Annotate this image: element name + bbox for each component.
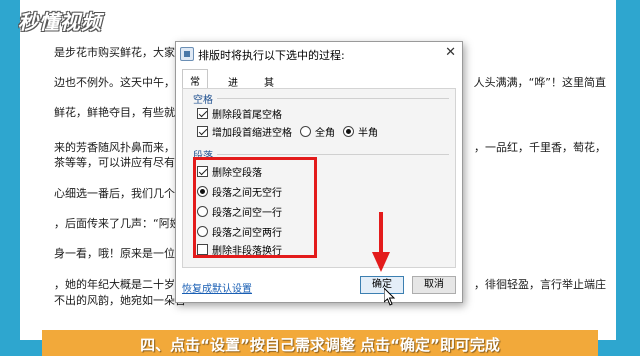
option-label: 删除段首尾空格 bbox=[212, 109, 282, 121]
document-line: 不出的风韵，她宛如一朵含 bbox=[54, 294, 186, 307]
ok-button[interactable]: 确定 bbox=[360, 276, 404, 294]
mouse-cursor-icon bbox=[384, 288, 396, 306]
document-line: 人头满满，“哗”！这里简直 bbox=[473, 76, 606, 89]
option-indent-spaces[interactable]: 增加段首缩进空格 全角 半角 bbox=[197, 123, 378, 139]
subtitle-bar: 四、点击“设置”按自己需求调整 点击“确定”即可完成 bbox=[42, 330, 598, 356]
tab-general[interactable]: 常规 bbox=[182, 69, 208, 103]
option-halfwidth[interactable]: 半角 bbox=[343, 124, 378, 139]
cancel-button[interactable]: 取消 bbox=[412, 276, 456, 294]
watermark-logo: 秒懂视频 bbox=[18, 10, 102, 34]
checkbox[interactable] bbox=[197, 107, 208, 119]
highlight-box bbox=[193, 157, 317, 258]
document-line: ，徘徊轻盈，言行举止端庄 bbox=[474, 278, 606, 291]
radio-button[interactable] bbox=[300, 125, 311, 137]
app-icon bbox=[180, 47, 194, 61]
tab-other[interactable]: 其它 bbox=[256, 70, 282, 104]
restore-defaults-link[interactable]: 恢复成默认设置 bbox=[182, 280, 252, 295]
group-label-space: 空格 bbox=[193, 95, 213, 106]
document-line: 来的芳香随风扑鼻而来， bbox=[54, 141, 175, 154]
down-arrow-icon bbox=[372, 212, 390, 272]
document-line: ，一品红，千里香，萄花， bbox=[474, 141, 606, 154]
option-label: 全角 bbox=[315, 127, 335, 139]
dialog-title: 排版时将执行以下选中的过程: bbox=[198, 49, 345, 62]
document-line: 心细选一番后，我们几个都 bbox=[54, 187, 186, 200]
document-line: 身一看，哦！原来是一位 bbox=[54, 247, 175, 260]
document-line: ，她的年纪大概是二十岁多 bbox=[54, 278, 186, 291]
group-divider bbox=[217, 154, 449, 155]
tab-advanced[interactable]: 进阶 bbox=[220, 70, 246, 104]
option-trim-spaces[interactable]: 删除段首尾空格 bbox=[197, 105, 282, 121]
document-line: ，后面传来了几声：“阿姨 bbox=[54, 217, 181, 230]
subtitle-text: 四、点击“设置”按自己需求调整 点击“确定”即可完成 bbox=[140, 336, 500, 354]
option-label: 增加段首缩进空格 bbox=[212, 127, 292, 139]
close-icon[interactable]: ✕ bbox=[445, 45, 456, 60]
option-label: 半角 bbox=[358, 127, 378, 139]
dialog-titlebar: 排版时将执行以下选中的过程: ✕ bbox=[176, 42, 462, 66]
group-divider bbox=[217, 98, 449, 99]
option-fullwidth[interactable]: 全角 bbox=[300, 124, 335, 139]
radio-button[interactable] bbox=[343, 125, 354, 137]
checkbox[interactable] bbox=[197, 125, 208, 137]
document-line: 茶等等，可以讲应有尽有 bbox=[54, 156, 175, 169]
